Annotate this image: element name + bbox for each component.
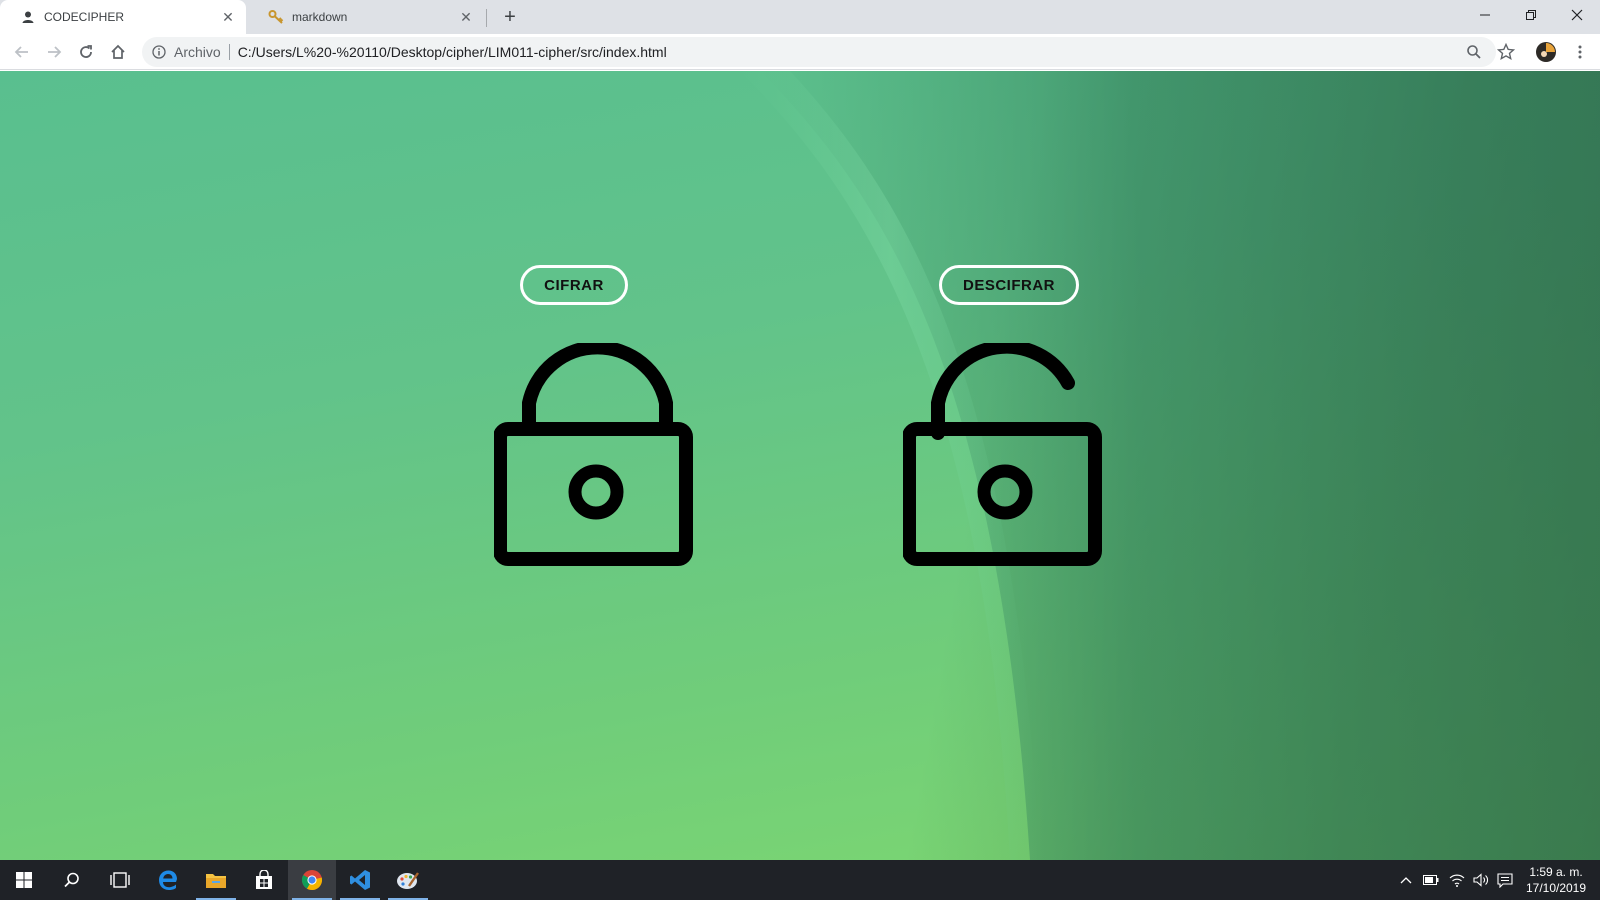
file-explorer-icon[interactable] <box>192 860 240 900</box>
info-icon[interactable] <box>150 43 168 61</box>
lock-closed-icon[interactable] <box>494 343 704 573</box>
close-icon[interactable]: ✕ <box>458 9 474 25</box>
close-window-button[interactable] <box>1554 0 1600 30</box>
reload-button[interactable] <box>72 38 100 66</box>
tab-strip: CODECIPHER ✕ markdown ✕ + <box>0 0 1600 34</box>
clock-time: 1:59 a. m. <box>1529 865 1583 879</box>
close-icon <box>1571 9 1583 21</box>
minimize-button[interactable] <box>1462 0 1508 30</box>
home-icon <box>111 44 125 59</box>
tab-title: CODECIPHER <box>44 10 125 24</box>
clock-date: 17/10/2019 <box>1525 881 1587 895</box>
task-view-icon[interactable] <box>96 860 144 900</box>
vscode-icon[interactable] <box>336 860 384 900</box>
lock-open-icon[interactable] <box>903 343 1113 573</box>
system-clock[interactable]: 1:59 a. m. 17/10/2019 <box>1524 864 1588 896</box>
home-button[interactable] <box>104 38 132 66</box>
tab-markdown[interactable]: markdown ✕ <box>248 0 484 34</box>
restore-icon <box>1526 10 1536 20</box>
address-bar[interactable]: Archivo C:/Users/L%20-%20110/Desktop/cip… <box>142 37 1496 67</box>
reload-icon <box>80 45 92 58</box>
decrypt-button[interactable]: DESCIFRAR <box>939 265 1079 305</box>
encrypt-button[interactable]: CIFRAR <box>520 265 628 305</box>
menu-button[interactable] <box>1566 38 1594 66</box>
browser-toolbar: Archivo C:/Users/L%20-%20110/Desktop/cip… <box>0 34 1600 70</box>
search-icon[interactable] <box>48 860 96 900</box>
url-text[interactable]: C:/Users/L%20-%20110/Desktop/cipher/LIM0… <box>238 44 667 60</box>
windows-taskbar: 1:59 a. m. 17/10/2019 <box>0 860 1600 900</box>
edge-icon[interactable] <box>144 860 192 900</box>
minimize-icon <box>1480 14 1490 16</box>
forward-arrow-icon <box>48 46 62 58</box>
bookmark-star-button[interactable] <box>1492 38 1520 66</box>
store-icon[interactable] <box>240 860 288 900</box>
wifi-icon[interactable] <box>1446 860 1468 900</box>
back-button[interactable] <box>8 38 36 66</box>
battery-icon[interactable] <box>1420 860 1442 900</box>
notification-icon[interactable] <box>1494 860 1516 900</box>
key-icon <box>268 9 284 25</box>
site-scheme-label: Archivo <box>174 44 221 60</box>
chrome-icon[interactable] <box>288 860 336 900</box>
divider <box>228 44 230 60</box>
background-wave <box>740 71 1600 860</box>
profile-avatar[interactable] <box>1532 38 1560 66</box>
close-icon[interactable]: ✕ <box>220 9 236 25</box>
star-icon <box>1497 43 1515 61</box>
person-icon <box>20 9 36 25</box>
new-tab-button[interactable]: + <box>498 5 522 29</box>
more-vert-icon <box>1578 45 1582 59</box>
restore-button[interactable] <box>1508 0 1554 30</box>
paint-icon[interactable] <box>384 860 432 900</box>
forward-button[interactable] <box>40 38 68 66</box>
windows-start-icon[interactable] <box>0 860 48 900</box>
tab-separator <box>486 9 487 27</box>
tab-codecipher[interactable]: CODECIPHER ✕ <box>0 0 246 34</box>
avatar-icon <box>1536 42 1556 62</box>
volume-icon[interactable] <box>1470 860 1492 900</box>
back-arrow-icon <box>14 46 28 58</box>
zoom-icon[interactable] <box>1463 41 1485 63</box>
page-content: CIFRAR DESCIFRAR <box>0 71 1600 860</box>
chevron-up-icon[interactable] <box>1396 860 1416 900</box>
tab-title: markdown <box>292 10 348 24</box>
